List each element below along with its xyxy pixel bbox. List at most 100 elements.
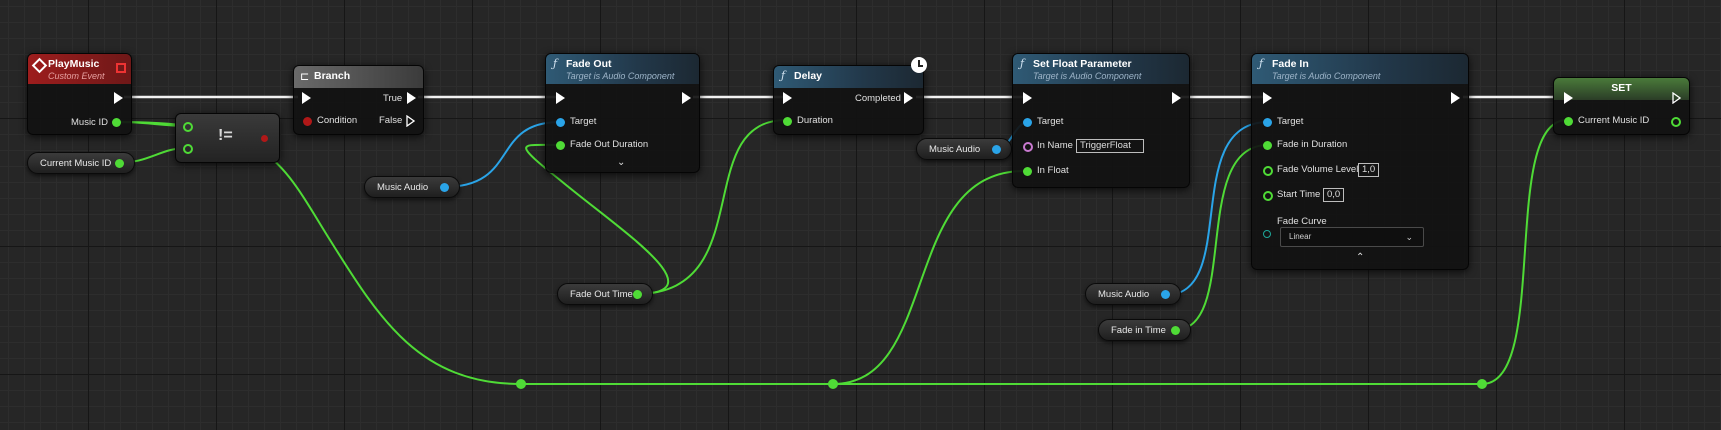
- pin-label-true: True: [383, 93, 403, 104]
- play-music-event-node[interactable]: PlayMusic Custom Event Music ID: [27, 53, 132, 135]
- duration-pin[interactable]: [783, 117, 792, 126]
- fade-curve-pin[interactable]: [1263, 230, 1271, 238]
- exec-in-pin[interactable]: [1263, 92, 1272, 104]
- target-pin[interactable]: [1263, 118, 1272, 127]
- pin-label-target: Target: [1037, 116, 1064, 127]
- function-icon: ƒ: [1020, 57, 1025, 70]
- music-audio-getter[interactable]: Music Audio: [916, 138, 1012, 160]
- target-pin[interactable]: [1023, 118, 1032, 127]
- set-float-parameter-node[interactable]: ƒ Set Float Parameter Target is Audio Co…: [1012, 53, 1190, 188]
- exec-out-pin[interactable]: [1672, 92, 1681, 104]
- in-name-field[interactable]: TriggerFloat: [1076, 139, 1144, 153]
- reroute-node[interactable]: [516, 379, 526, 389]
- collapse-chevron-icon[interactable]: ⌃: [1356, 252, 1364, 263]
- var-out-pin[interactable]: [1161, 290, 1170, 299]
- node-title: Fade In: [1272, 58, 1309, 70]
- in-float-pin[interactable]: [1023, 167, 1032, 176]
- function-icon: ƒ: [1259, 57, 1264, 70]
- fade-volume-level-field[interactable]: 1,0: [1358, 163, 1380, 177]
- true-exec-out-pin[interactable]: [407, 92, 416, 104]
- pin-label-fade-out-duration: Fade Out Duration: [570, 139, 649, 150]
- reroute-node[interactable]: [1477, 379, 1487, 389]
- var-label: Music Audio: [1098, 289, 1150, 300]
- current-music-id-out-pin[interactable]: [1671, 117, 1681, 127]
- var-out-pin[interactable]: [440, 183, 449, 192]
- pin-label-fade-curve: Fade Curve: [1277, 216, 1327, 227]
- pin-label-fade-volume-level: Fade Volume Level: [1277, 164, 1359, 175]
- input-a-pin[interactable]: [183, 122, 193, 132]
- exec-out-pin[interactable]: [114, 92, 123, 104]
- target-pin[interactable]: [556, 118, 565, 127]
- delegate-pin-icon[interactable]: [116, 63, 126, 73]
- node-title: Branch: [314, 70, 351, 82]
- event-diamond-icon: [31, 57, 48, 74]
- completed-exec-out-pin[interactable]: [904, 92, 913, 104]
- exec-in-pin[interactable]: [783, 92, 792, 104]
- in-name-pin[interactable]: [1023, 142, 1033, 152]
- pin-label-in-name: In Name: [1037, 140, 1073, 151]
- music-audio-getter[interactable]: Music Audio: [1085, 283, 1181, 305]
- function-icon: ƒ: [553, 57, 558, 70]
- node-header: ƒ Set Float Parameter Target is Audio Co…: [1013, 54, 1189, 84]
- node-title: Delay: [794, 70, 823, 82]
- function-icon: ƒ: [781, 69, 786, 82]
- music-id-out-pin[interactable]: [112, 118, 121, 127]
- expand-chevron-icon[interactable]: ⌄: [617, 157, 625, 168]
- node-subtitle: Target is Audio Component: [1272, 71, 1381, 81]
- exec-out-pin[interactable]: [682, 92, 691, 104]
- node-header: SET: [1554, 78, 1689, 100]
- start-time-pin[interactable]: [1263, 191, 1273, 201]
- var-label: Music Audio: [377, 182, 429, 193]
- reroute-node[interactable]: [828, 379, 838, 389]
- fade-out-node[interactable]: ƒ Fade Out Target is Audio Component Tar…: [545, 53, 700, 173]
- var-label: Current Music ID: [40, 158, 112, 169]
- input-b-pin[interactable]: [183, 144, 193, 154]
- branch-icon: ⊏: [300, 71, 310, 83]
- branch-node[interactable]: ⊏ Branch True Condition False: [293, 65, 424, 135]
- fade-in-duration-pin[interactable]: [1263, 141, 1272, 150]
- exec-in-pin[interactable]: [1564, 92, 1573, 104]
- pin-label-target: Target: [1277, 116, 1304, 127]
- pin-label-start-time: Start Time: [1277, 189, 1321, 200]
- fade-in-time-getter[interactable]: Fade in Time: [1098, 319, 1191, 341]
- start-time-field[interactable]: 0,0: [1323, 188, 1345, 202]
- node-title: PlayMusic: [48, 58, 100, 70]
- exec-in-pin[interactable]: [1023, 92, 1032, 104]
- pin-label-music-id: Music ID: [71, 117, 108, 128]
- set-variable-node[interactable]: SET Current Music ID: [1553, 77, 1690, 135]
- var-out-pin[interactable]: [115, 159, 124, 168]
- fade-curve-dropdown[interactable]: Linear ⌄: [1280, 227, 1424, 247]
- exec-out-pin[interactable]: [1451, 92, 1460, 104]
- exec-out-pin[interactable]: [1172, 92, 1181, 104]
- node-subtitle: Custom Event: [48, 71, 105, 81]
- chevron-down-icon: ⌄: [1405, 232, 1413, 242]
- node-header: ƒ Fade Out Target is Audio Component: [546, 54, 699, 84]
- exec-in-pin[interactable]: [556, 92, 565, 104]
- exec-in-pin[interactable]: [302, 92, 311, 104]
- var-out-pin[interactable]: [992, 145, 1001, 154]
- blueprint-graph-canvas[interactable]: PlayMusic Custom Event Music ID Current …: [0, 0, 1721, 430]
- current-music-id-in-pin[interactable]: [1564, 117, 1573, 126]
- node-header: PlayMusic Custom Event: [28, 54, 131, 84]
- pin-label-current-music-id: Current Music ID: [1578, 115, 1650, 126]
- fade-in-node[interactable]: ƒ Fade In Target is Audio Component Targ…: [1251, 53, 1469, 270]
- not-equal-node[interactable]: !=: [175, 113, 280, 163]
- pin-label-fade-in-duration: Fade in Duration: [1277, 139, 1348, 150]
- fade-out-duration-pin[interactable]: [556, 141, 565, 150]
- current-music-id-getter[interactable]: Current Music ID: [27, 152, 135, 174]
- pin-label-completed: Completed: [855, 93, 901, 104]
- node-header: ƒ Delay: [774, 66, 923, 88]
- var-out-pin[interactable]: [1171, 326, 1180, 335]
- var-out-pin[interactable]: [633, 290, 642, 299]
- node-subtitle: Target is Audio Component: [566, 71, 675, 81]
- bool-out-pin[interactable]: [261, 135, 268, 142]
- delay-node[interactable]: ƒ Delay Completed Duration: [773, 57, 927, 135]
- var-label: Music Audio: [929, 144, 981, 155]
- music-audio-wire: [443, 121, 561, 188]
- fade-out-time-getter[interactable]: Fade Out Time: [557, 283, 653, 305]
- condition-pin[interactable]: [303, 117, 312, 126]
- false-exec-out-pin[interactable]: [406, 115, 415, 127]
- fade-volume-level-pin[interactable]: [1263, 166, 1273, 176]
- node-subtitle: Target is Audio Component: [1033, 71, 1142, 81]
- music-audio-getter[interactable]: Music Audio: [364, 176, 460, 198]
